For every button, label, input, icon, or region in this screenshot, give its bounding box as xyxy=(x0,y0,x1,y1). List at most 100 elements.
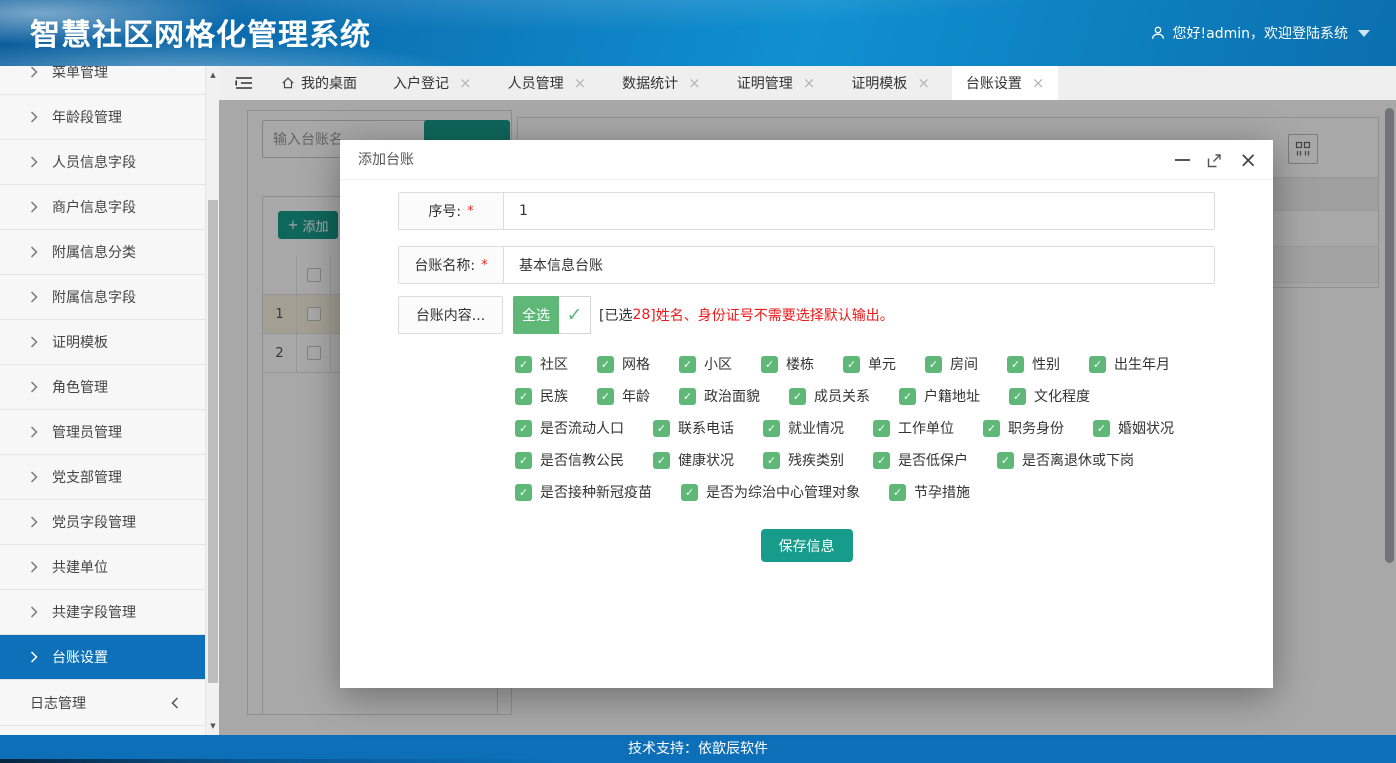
checkbox-checked-icon[interactable]: ✓ xyxy=(983,420,1000,437)
ledger-name-input[interactable] xyxy=(504,247,1214,283)
checkbox-checked-icon[interactable]: ✓ xyxy=(681,484,698,501)
checkbox-item[interactable]: ✓婚姻状况 xyxy=(1093,418,1174,438)
sidebar-item-co-build-unit[interactable]: 共建单位 xyxy=(0,545,205,590)
checkbox-item[interactable]: ✓小区 xyxy=(679,354,732,374)
close-tab-icon[interactable]: × xyxy=(574,76,587,91)
checkbox-checked-icon[interactable]: ✓ xyxy=(515,356,532,373)
user-menu[interactable]: 您好!admin，欢迎登陆系统 xyxy=(1150,0,1370,66)
checkbox-checked-icon[interactable]: ✓ xyxy=(653,452,670,469)
scroll-down-icon[interactable]: ▼ xyxy=(206,722,220,730)
tab-cert-manage[interactable]: 证明管理 × xyxy=(723,66,830,100)
close-tab-icon[interactable]: × xyxy=(917,76,930,91)
sidebar-item-cert-template[interactable]: 证明模板 xyxy=(0,320,205,365)
checkbox-item[interactable]: ✓民族 xyxy=(515,386,568,406)
checkbox-checked-icon[interactable]: ✓ xyxy=(843,356,860,373)
checkbox-checked-icon[interactable]: ✓ xyxy=(515,484,532,501)
checkbox-item[interactable]: ✓残疾类别 xyxy=(763,450,844,470)
checkbox-checked-icon[interactable]: ✓ xyxy=(925,356,942,373)
checkbox-checked-icon[interactable]: ✓ xyxy=(763,452,780,469)
sidebar-item-menu-manage[interactable]: 菜单管理 xyxy=(0,66,205,95)
checkbox-item[interactable]: ✓工作单位 xyxy=(873,418,954,438)
checkbox-checked-icon[interactable]: ✓ xyxy=(873,420,890,437)
checkbox-item[interactable]: ✓是否离退休或下岗 xyxy=(997,450,1134,470)
close-icon[interactable]: × xyxy=(1239,150,1257,171)
sidebar-item-co-build-field[interactable]: 共建字段管理 xyxy=(0,590,205,635)
checkbox-checked-icon[interactable]: ✓ xyxy=(873,452,890,469)
checkbox-checked-icon[interactable]: ✓ xyxy=(889,484,906,501)
checkbox-checked-icon[interactable]: ✓ xyxy=(597,388,614,405)
select-all-button[interactable]: 全选 xyxy=(513,296,559,334)
checkbox-item[interactable]: ✓出生年月 xyxy=(1089,354,1170,374)
checkbox-item[interactable]: ✓户籍地址 xyxy=(899,386,980,406)
sidebar-item-admin-manage[interactable]: 管理员管理 xyxy=(0,410,205,455)
sidebar-item-party-branch[interactable]: 党支部管理 xyxy=(0,455,205,500)
checkbox-checked-icon[interactable]: ✓ xyxy=(1089,356,1106,373)
scroll-up-icon[interactable]: ▲ xyxy=(206,71,220,79)
sidebar-item-attach-info-field[interactable]: 附属信息字段 xyxy=(0,275,205,320)
tab-statistics[interactable]: 数据统计× xyxy=(608,66,715,100)
checkbox-item[interactable]: ✓是否低保户 xyxy=(873,450,968,470)
checkbox-item[interactable]: ✓职务身份 xyxy=(983,418,1064,438)
maximize-icon[interactable] xyxy=(1207,153,1222,168)
serial-number-input[interactable] xyxy=(504,193,1214,229)
checkbox-item[interactable]: ✓是否接种新冠疫苗 xyxy=(515,482,652,502)
checkbox-item[interactable]: ✓联系电话 xyxy=(653,418,734,438)
checkbox-item[interactable]: ✓是否信教公民 xyxy=(515,450,624,470)
checkbox-item[interactable]: ✓政治面貌 xyxy=(679,386,760,406)
sidebar-item-party-field-manage[interactable]: 党员字段管理 xyxy=(0,500,205,545)
checkbox-checked-icon[interactable]: ✓ xyxy=(515,420,532,437)
checkbox-checked-icon[interactable]: ✓ xyxy=(1009,388,1026,405)
tab-ledger-settings[interactable]: 台账设置× xyxy=(952,66,1059,100)
serial-number-label: 序号: * xyxy=(399,193,504,229)
checkbox-checked-icon[interactable]: ✓ xyxy=(899,388,916,405)
checkbox-item[interactable]: ✓就业情况 xyxy=(763,418,844,438)
checkbox-checked-icon[interactable]: ✓ xyxy=(515,452,532,469)
checkbox-item[interactable]: ✓社区 xyxy=(515,354,568,374)
sidebar-item-attach-info-class[interactable]: 附属信息分类 xyxy=(0,230,205,275)
checkbox-item[interactable]: ✓房间 xyxy=(925,354,978,374)
collapse-sidebar-button[interactable] xyxy=(219,66,267,100)
checkbox-checked-icon[interactable]: ✓ xyxy=(789,388,806,405)
checkbox-item[interactable]: ✓是否为综治中心管理对象 xyxy=(681,482,860,502)
tab-entry-register[interactable]: 入户登记× xyxy=(379,66,486,100)
checkbox-checked-icon[interactable]: ✓ xyxy=(653,420,670,437)
save-button[interactable]: 保存信息 xyxy=(761,529,853,562)
checkbox-checked-icon[interactable]: ✓ xyxy=(679,356,696,373)
tab-label: 证明管理 xyxy=(737,73,793,93)
sidebar-item-role-manage[interactable]: 角色管理 xyxy=(0,365,205,410)
checkbox-item[interactable]: ✓年龄 xyxy=(597,386,650,406)
checkbox-item[interactable]: ✓是否流动人口 xyxy=(515,418,624,438)
tab-my-desktop[interactable]: 我的桌面 xyxy=(267,66,371,100)
sidebar-item-ledger-settings[interactable]: 台账设置 xyxy=(0,635,205,680)
checkbox-item[interactable]: ✓成员关系 xyxy=(789,386,870,406)
checkbox-item[interactable]: ✓楼栋 xyxy=(761,354,814,374)
sidebar-scrollbar[interactable]: ▲ ▼ xyxy=(205,66,219,735)
close-tab-icon[interactable]: × xyxy=(1032,76,1045,91)
minimize-icon[interactable] xyxy=(1175,159,1190,161)
sidebar-item-person-info-field[interactable]: 人员信息字段 xyxy=(0,140,205,185)
checkbox-item[interactable]: ✓性别 xyxy=(1007,354,1060,374)
checkbox-checked-icon[interactable]: ✓ xyxy=(597,356,614,373)
sidebar-item-merchant-info-field[interactable]: 商户信息字段 xyxy=(0,185,205,230)
checkbox-checked-icon[interactable]: ✓ xyxy=(1007,356,1024,373)
checkbox-item[interactable]: ✓网格 xyxy=(597,354,650,374)
select-all-checked-icon[interactable]: ✓ xyxy=(559,296,591,334)
close-tab-icon[interactable]: × xyxy=(459,76,472,91)
checkbox-item[interactable]: ✓健康状况 xyxy=(653,450,734,470)
close-tab-icon[interactable]: × xyxy=(688,76,701,91)
checkbox-checked-icon[interactable]: ✓ xyxy=(761,356,778,373)
sidebar-scrollbar-thumb[interactable] xyxy=(208,200,218,683)
sidebar-item-log-manage[interactable]: 日志管理 xyxy=(0,680,205,726)
tab-personnel[interactable]: 人员管理× xyxy=(494,66,601,100)
checkbox-checked-icon[interactable]: ✓ xyxy=(679,388,696,405)
checkbox-item[interactable]: ✓节孕措施 xyxy=(889,482,970,502)
sidebar-item-age-group-manage[interactable]: 年龄段管理 xyxy=(0,95,205,140)
checkbox-item[interactable]: ✓单元 xyxy=(843,354,896,374)
checkbox-checked-icon[interactable]: ✓ xyxy=(763,420,780,437)
checkbox-checked-icon[interactable]: ✓ xyxy=(1093,420,1110,437)
tab-cert-template[interactable]: 证明模板× xyxy=(837,66,944,100)
checkbox-checked-icon[interactable]: ✓ xyxy=(515,388,532,405)
close-tab-icon[interactable]: × xyxy=(803,76,816,91)
checkbox-checked-icon[interactable]: ✓ xyxy=(997,452,1014,469)
checkbox-item[interactable]: ✓文化程度 xyxy=(1009,386,1090,406)
